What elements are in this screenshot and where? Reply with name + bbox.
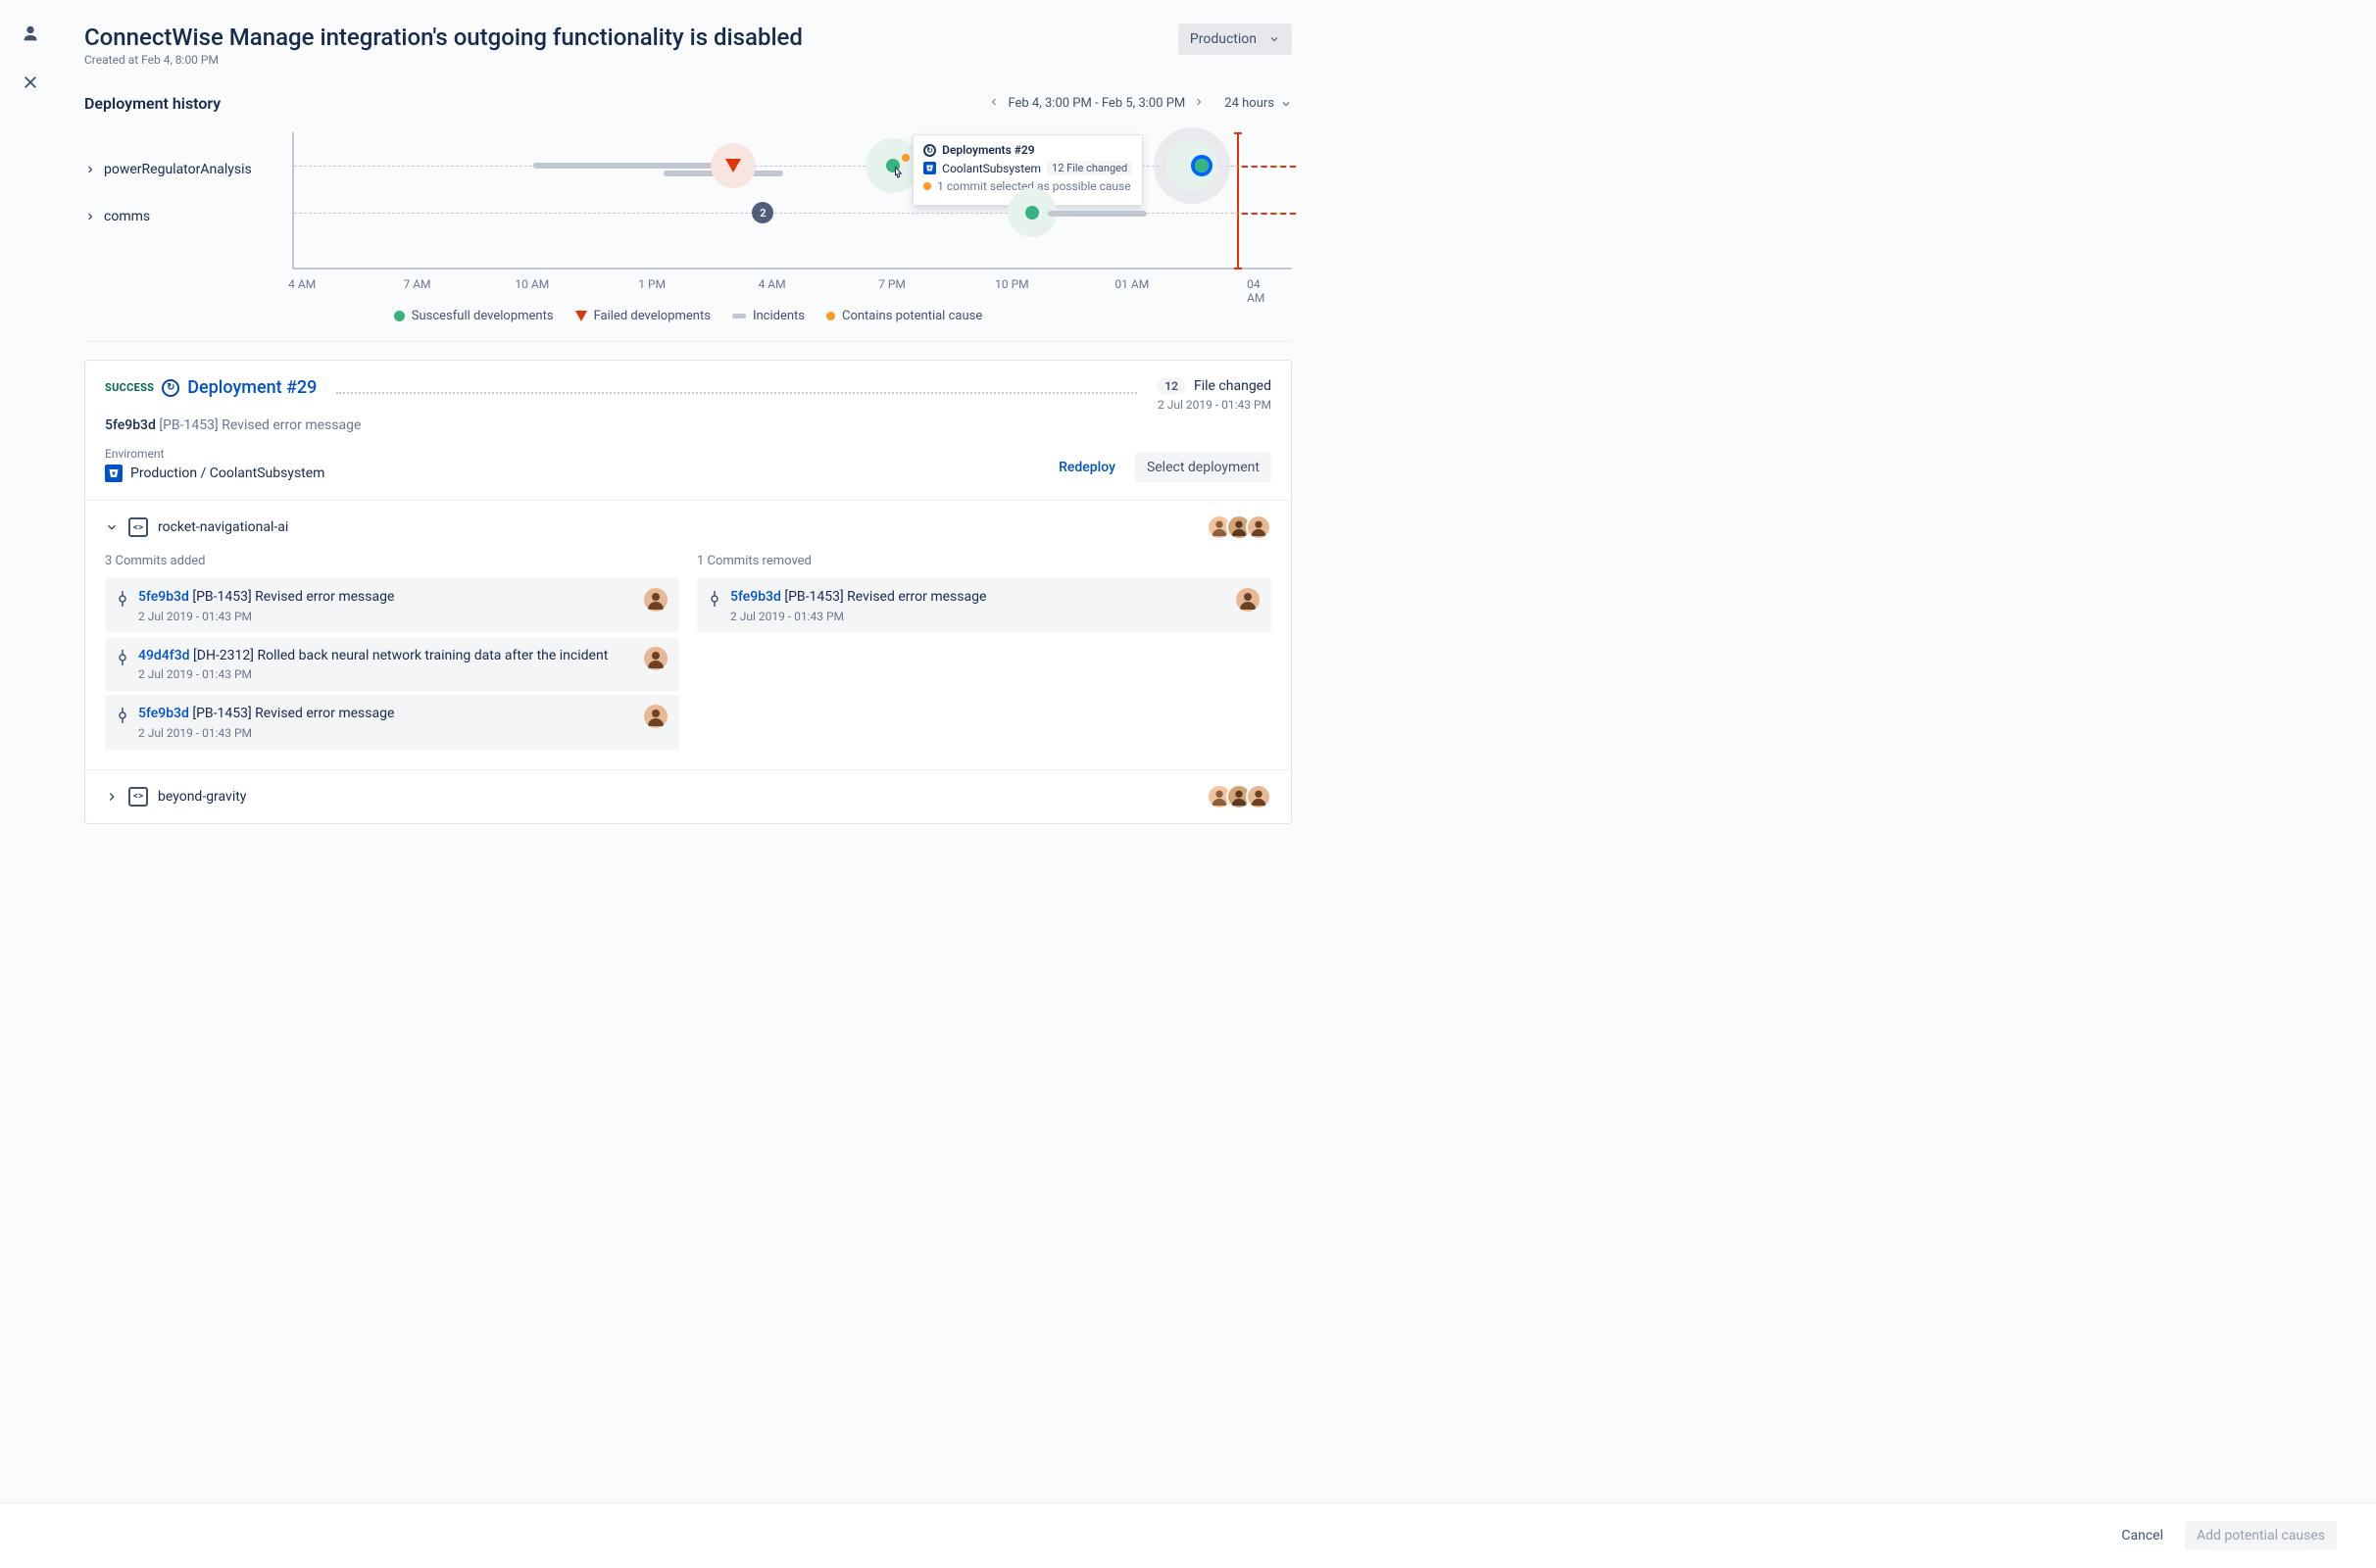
commit-icon (117, 591, 128, 607)
person-icon (20, 24, 41, 49)
commit-hash[interactable]: 49d4f3d (138, 648, 190, 663)
incident-bar (533, 163, 713, 169)
chevron-right-icon (1193, 96, 1205, 108)
deploy-icon: ↻ (923, 144, 936, 157)
deployment-link[interactable]: Deployment #29 (187, 377, 317, 398)
chevron-down-icon (1280, 98, 1292, 110)
chevron-right-icon (105, 790, 119, 804)
deploy-cluster-badge[interactable]: 2 (752, 202, 773, 223)
timeline-canvas[interactable]: ↻ Deployments #29 CoolantSubsystem 12 Fi… (292, 132, 1292, 270)
success-deploy-marker[interactable] (1195, 159, 1209, 172)
close-button[interactable] (17, 69, 44, 96)
avatar-group (1213, 784, 1271, 809)
bitbucket-icon (105, 465, 123, 482)
commit-message: [DH-2312] Rolled back neural network tra… (193, 648, 608, 663)
avatar (644, 588, 668, 612)
tooltip-subsystem: CoolantSubsystem (942, 162, 1041, 175)
chevron-down-icon (105, 520, 119, 534)
files-count-label: File changed (1194, 378, 1271, 394)
time-next-button[interactable] (1193, 96, 1205, 112)
repo-toggle[interactable]: <> beyond-gravity (85, 770, 1291, 823)
duration-label: 24 hours (1224, 96, 1274, 111)
environment-value: Production / CoolantSubsystem (130, 466, 324, 481)
select-deployment-button[interactable]: Select deployment (1135, 453, 1271, 482)
commit-summary: 5fe9b3d [PB-1453] Revised error message (105, 417, 1271, 433)
deploy-icon: ↻ (162, 379, 179, 397)
repo-icon: <> (128, 787, 148, 807)
footer-bar: Cancel Add potential causes (0, 1502, 2376, 1568)
potential-cause-marker (902, 154, 910, 162)
failed-deploy-marker[interactable] (725, 159, 741, 172)
add-causes-button[interactable]: Add potential causes (2185, 1521, 2337, 1550)
avatar-group (1213, 514, 1271, 540)
commit-timestamp: 2 Jul 2019 - 01:43 PM (138, 726, 636, 740)
time-prev-button[interactable] (988, 96, 1000, 112)
lane-toggle[interactable]: comms (84, 193, 292, 240)
commit-hash[interactable]: 5fe9b3d (730, 589, 781, 605)
avatar (1236, 588, 1260, 612)
commit-hash[interactable]: 5fe9b3d (138, 589, 189, 605)
chevron-right-icon (84, 211, 96, 222)
commit-message: [PB-1453] Revised error message (784, 589, 986, 605)
bitbucket-icon (923, 162, 936, 174)
avatar (644, 705, 668, 728)
avatar (644, 647, 668, 670)
commit-item[interactable]: 5fe9b3d [PB-1453] Revised error message … (105, 695, 679, 750)
duration-selector[interactable]: 24 hours (1224, 96, 1292, 111)
sidebar (0, 0, 61, 1463)
commits-added-title: 3 Commits added (105, 554, 679, 568)
deployment-timeline: powerRegulatorAnalysis comms (84, 132, 1292, 270)
main-content: ConnectWise Manage integration's outgoin… (61, 0, 1315, 1463)
environment-selector-label: Production (1190, 31, 1257, 47)
commit-icon (117, 650, 128, 665)
avatar (1246, 784, 1271, 809)
commit-item[interactable]: 5fe9b3d [PB-1453] Revised error message … (105, 578, 679, 633)
files-count-badge: 12 (1157, 378, 1186, 394)
commit-icon (709, 591, 720, 607)
status-badge: SUCCESS (105, 381, 154, 394)
commit-message: [PB-1453] Revised error message (192, 706, 394, 721)
repo-name: beyond-gravity (158, 789, 246, 805)
deployment-timestamp: 2 Jul 2019 - 01:43 PM (1157, 398, 1271, 412)
commit-timestamp: 2 Jul 2019 - 01:43 PM (138, 667, 636, 681)
chevron-right-icon (84, 164, 96, 175)
lane-toggle[interactable]: powerRegulatorAnalysis (84, 146, 292, 193)
repo-toggle[interactable]: <> rocket-navigational-ai (85, 501, 1291, 554)
commits-removed-title: 1 Commits removed (697, 554, 1271, 568)
timeline-legend: Suscesfull developments Failed developme… (84, 295, 1292, 342)
lane-label: powerRegulatorAnalysis (104, 162, 252, 177)
chevron-left-icon (988, 96, 1000, 108)
success-deploy-marker[interactable] (1025, 206, 1039, 220)
redeploy-button[interactable]: Redeploy (1047, 453, 1127, 482)
environment-label: Enviroment (105, 447, 324, 461)
repo-icon: <> (128, 517, 148, 537)
commit-item[interactable]: 5fe9b3d [PB-1453] Revised error message … (697, 578, 1271, 633)
cancel-button[interactable]: Cancel (2109, 1521, 2175, 1550)
success-deploy-marker[interactable] (886, 159, 900, 172)
incident-bar (1048, 211, 1148, 217)
page-title: ConnectWise Manage integration's outgoin… (84, 24, 803, 51)
lane-label: comms (104, 209, 150, 224)
commit-icon (117, 708, 128, 723)
section-title: Deployment history (84, 94, 221, 113)
page-subtitle: Created at Feb 4, 8:00 PM (84, 53, 803, 67)
tooltip-title: Deployments #29 (942, 143, 1034, 157)
commit-message: [PB-1453] Revised error message (192, 589, 394, 605)
time-range-label: Feb 4, 3:00 PM - Feb 5, 3:00 PM (1008, 96, 1185, 111)
repo-name: rocket-navigational-ai (158, 519, 288, 535)
commit-hash[interactable]: 5fe9b3d (138, 706, 189, 721)
commit-item[interactable]: 49d4f3d [DH-2312] Rolled back neural net… (105, 637, 679, 692)
timeline-axis: 4 AM 7 AM 10 AM 1 PM 4 AM 7 PM 10 PM 01 … (292, 277, 1292, 295)
commit-timestamp: 2 Jul 2019 - 01:43 PM (138, 610, 636, 623)
chevron-down-icon (1268, 33, 1280, 45)
environment-selector[interactable]: Production (1178, 24, 1292, 55)
avatar (1246, 514, 1271, 540)
deployment-details-card: SUCCESS ↻ Deployment #29 12 File changed… (84, 360, 1292, 824)
commit-timestamp: 2 Jul 2019 - 01:43 PM (730, 610, 1228, 623)
